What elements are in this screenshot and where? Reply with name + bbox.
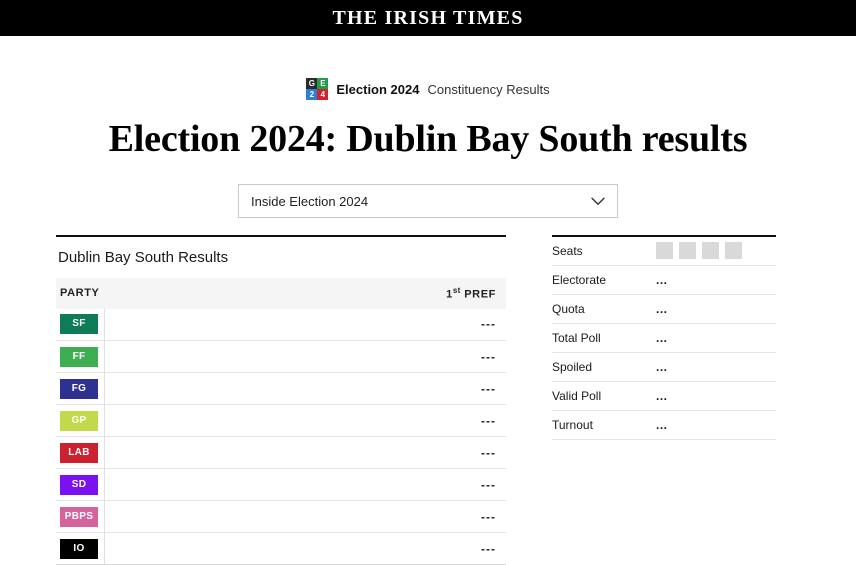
table-row[interactable]: PBPS --- (56, 500, 506, 534)
table-row[interactable]: IO --- (56, 532, 506, 565)
party-vote-bar-cell (104, 532, 155, 565)
party-first-pref-value: --- (154, 372, 506, 406)
page-title: Election 2024: Dublin Bay South results (108, 118, 748, 160)
party-vote-bar-cell (104, 500, 155, 534)
table-row[interactable]: LAB --- (56, 436, 506, 470)
party-badge-cell: LAB (56, 436, 105, 470)
party-vote-bar-cell (104, 468, 155, 502)
masthead-title: THE IRISH TIMES (332, 6, 524, 29)
stat-label: Valid Poll (552, 381, 656, 411)
seat-placeholder-box (656, 242, 673, 260)
stats-row: Spoiled... (552, 352, 776, 382)
party-badge-cell: IO (56, 532, 105, 565)
party-results-table: PARTY 1st PREF SF --- FF --- FG --- GP --- LAB --… (56, 278, 506, 565)
first-pref-number: 1 (446, 288, 453, 301)
party-badge-lab: LAB (60, 442, 98, 463)
stat-value: ... (656, 294, 776, 324)
stats-row: Electorate... (552, 265, 776, 295)
party-badge-io: IO (60, 538, 98, 559)
party-vote-bar-cell (104, 436, 155, 470)
ge24-logo-cell-g: G (306, 78, 318, 89)
stat-value: ... (656, 323, 776, 353)
stat-label: Turnout (552, 410, 656, 440)
stat-label: Spoiled (552, 352, 656, 382)
stats-row: Total Poll... (552, 323, 776, 353)
party-first-pref-value: --- (154, 468, 506, 502)
stat-value: ... (656, 381, 776, 411)
election-eyebrow: GE24 Election 2024 Constituency Results (0, 78, 856, 100)
party-badge-cell: FG (56, 372, 105, 406)
results-content: Dublin Bay South Results PARTY 1st PREF … (0, 235, 856, 565)
chevron-down-icon (591, 197, 605, 205)
inside-election-select[interactable]: Inside Election 2024 (238, 184, 618, 218)
stats-row: Turnout... (552, 410, 776, 440)
eyebrow-election-label: Election 2024 (336, 81, 420, 97)
stats-row: Seats (552, 236, 776, 266)
party-badge-ff: FF (60, 346, 98, 367)
stat-label: Electorate (552, 265, 656, 295)
constituency-stats-table: Seats Electorate... Quota... Total Poll... S… (552, 235, 776, 440)
table-row[interactable]: SF --- (56, 308, 506, 342)
first-pref-label: PREF (464, 288, 496, 301)
stat-value: ... (656, 352, 776, 382)
stat-value (656, 236, 776, 266)
party-badge-cell: PBPS (56, 500, 105, 534)
table-row[interactable]: GP --- (56, 404, 506, 438)
ge24-logo-cell-4: 4 (317, 89, 329, 100)
party-first-pref-value: --- (154, 532, 506, 565)
seat-placeholder-box (679, 242, 696, 260)
stat-value: ... (656, 265, 776, 295)
party-badge-sf: SF (60, 314, 98, 335)
stat-label: Seats (552, 236, 656, 266)
eyebrow-section-label: Constituency Results (427, 81, 550, 97)
column-header-first-pref: 1st PREF (154, 278, 506, 309)
party-badge-cell: SF (56, 308, 105, 342)
stat-label: Total Poll (552, 323, 656, 353)
first-pref-suffix: st (452, 286, 461, 295)
ge24-logo-icon: GE24 (306, 78, 329, 100)
party-results-column: Dublin Bay South Results PARTY 1st PREF … (56, 235, 506, 565)
select-value-label: Inside Election 2024 (251, 193, 369, 209)
seat-placeholder-box (725, 242, 742, 260)
party-vote-bar-cell (104, 404, 155, 438)
party-badge-gp: GP (60, 410, 98, 431)
stats-row: Valid Poll... (552, 381, 776, 411)
party-first-pref-value: --- (154, 404, 506, 438)
ge24-logo-cell-2: 2 (306, 89, 318, 100)
seat-placeholder-box (702, 242, 719, 260)
seat-placeholder-group (656, 242, 776, 260)
column-header-party: PARTY (56, 278, 155, 309)
party-badge-cell: SD (56, 468, 105, 502)
table-row[interactable]: FG --- (56, 372, 506, 406)
party-table-header: PARTY 1st PREF (56, 278, 506, 309)
party-first-pref-value: --- (154, 340, 506, 374)
party-first-pref-value: --- (154, 436, 506, 470)
party-badge-sd: SD (60, 474, 98, 495)
party-badge-cell: FF (56, 340, 105, 374)
table-row[interactable]: FF --- (56, 340, 506, 374)
party-first-pref-value: --- (154, 500, 506, 534)
party-badge-cell: GP (56, 404, 105, 438)
party-vote-bar-cell (104, 340, 155, 374)
party-vote-bar-cell (104, 372, 155, 406)
stat-value: ... (656, 410, 776, 440)
party-first-pref-value: --- (154, 308, 506, 342)
results-heading: Dublin Bay South Results (56, 235, 506, 278)
party-vote-bar-cell (104, 308, 155, 342)
table-row[interactable]: SD --- (56, 468, 506, 502)
party-badge-fg: FG (60, 378, 98, 399)
stats-row: Quota... (552, 294, 776, 324)
stat-label: Quota (552, 294, 656, 324)
ge24-logo-cell-e: E (317, 78, 329, 89)
party-badge-pbps: PBPS (60, 506, 98, 527)
site-masthead: THE IRISH TIMES (0, 0, 856, 36)
constituency-stats-column: Seats Electorate... Quota... Total Poll... S… (552, 235, 776, 565)
